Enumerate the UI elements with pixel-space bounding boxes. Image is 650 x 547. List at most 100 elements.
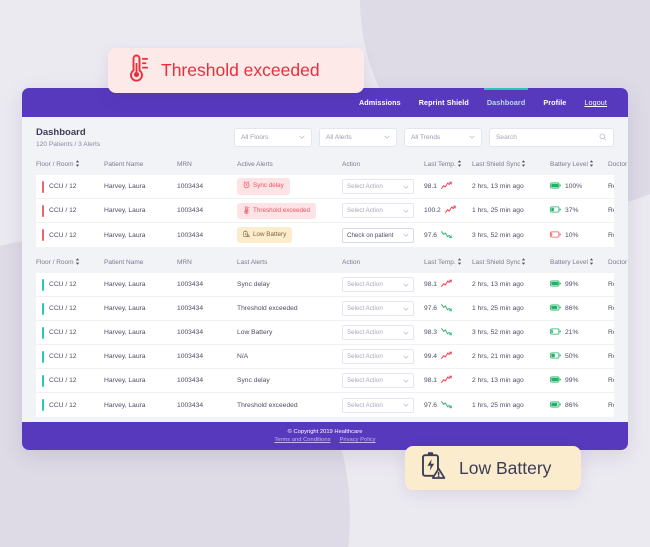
tables-container: Floor / Room Patient Name MRN Active Alerts… (22, 155, 628, 422)
temperature-trend-icon (441, 181, 452, 192)
column-header-battery-level[interactable]: Battery Level (550, 155, 608, 175)
cell-patient-name-text: Harvey, Laura (104, 329, 146, 337)
sort-icon[interactable] (521, 160, 526, 169)
column-header-last-shield-sync[interactable]: Last Shield Sync (472, 253, 550, 273)
action-select[interactable]: Select Action (342, 179, 414, 195)
cell-mrn-text: 1003434 (177, 401, 204, 409)
search-icon (599, 128, 607, 146)
battery-icon (550, 401, 561, 410)
chevron-down-icon (403, 232, 409, 238)
footer-link-terms[interactable]: Terms and Conditions (274, 437, 330, 443)
action-select[interactable]: Select Action (342, 349, 414, 365)
column-header-last-temp[interactable]: Last Temp. (424, 155, 472, 175)
table-row[interactable]: CCU / 12 Harvey, Laura 1003434 Low Battery S… (36, 320, 614, 346)
battery-icon (550, 182, 561, 191)
cell-last-shield-sync-text: 3 hrs, 52 min ago (472, 231, 524, 239)
sort-icon[interactable] (75, 258, 80, 267)
sort-icon[interactable] (457, 160, 462, 169)
table-row[interactable]: CCU / 12 Harvey, Laura 1003434 Sync delay Se… (36, 272, 614, 298)
cell-doctor-assigned-text: Robert Doe (608, 305, 614, 313)
history-table-header-row: Floor / Room Patient Name MRN Last Alerts Ac… (36, 253, 628, 273)
nav-item-reprint-shield[interactable]: Reprint Shield (410, 88, 478, 117)
filter-trends[interactable]: All Trends (404, 127, 482, 147)
column-header-last-alerts: Last Alerts (237, 253, 342, 273)
temperature-trend-icon (441, 303, 452, 314)
action-select[interactable]: Select Action (342, 301, 414, 317)
column-header-last-shield-sync[interactable]: Last Shield Sync (472, 155, 550, 175)
action-select[interactable]: Select Action (342, 203, 414, 219)
sort-icon[interactable] (75, 160, 80, 169)
floor-room-text: CCU / 12 (49, 377, 77, 385)
column-header-floor-room[interactable]: Floor / Room (36, 155, 104, 175)
search-input[interactable] (496, 133, 596, 141)
battery-level-value: 99% (565, 281, 579, 289)
table-row[interactable]: CCU / 12 Harvey, Laura 1003434 N/A Select Ac… (36, 344, 614, 370)
alert-badge: Low Battery (237, 226, 293, 244)
search-box[interactable] (489, 127, 614, 147)
cell-last-temp: 99.4 (424, 344, 472, 370)
last-temp-value: 98.3 (424, 329, 438, 337)
temperature-trend-icon (441, 400, 452, 411)
table-row[interactable]: CCU / 12 Harvey, Laura 1003434 Threshold ex… (36, 392, 614, 417)
nav-item-logout[interactable]: Logout (575, 88, 616, 117)
sort-icon[interactable] (589, 258, 594, 267)
sort-icon[interactable] (521, 258, 526, 267)
cell-last-shield-sync: 2 hrs, 21 min ago (472, 344, 550, 370)
callout-threshold-exceeded: Threshold exceeded (108, 48, 364, 93)
dashboard-header: Dashboard 120 Patients / 3 Alerts All Fl… (22, 117, 628, 155)
temp-wrap: 97.6 (424, 230, 472, 241)
battery-wrap: 99% (550, 280, 608, 289)
action-select[interactable]: Check on patient (342, 227, 414, 243)
column-header-label: Battery Level (550, 258, 588, 266)
chevron-down-icon (299, 134, 305, 140)
alert-history-table: Floor / Room Patient Name MRN Last Alerts Ac… (36, 253, 628, 417)
sort-icon[interactable] (457, 258, 462, 267)
page-subtitle: 120 Patients / 3 Alerts (36, 140, 101, 148)
cell-patient-name: Harvey, Laura (104, 368, 177, 394)
action-select[interactable]: Select Action (342, 397, 414, 413)
action-select[interactable]: Select Action (342, 373, 414, 389)
column-header-mrn: MRN (177, 155, 237, 175)
cell-doctor-assigned: Robert Doe (608, 368, 614, 394)
footer-link-privacy[interactable]: Privacy Policy (340, 437, 376, 443)
last-temp-value: 100.2 (424, 207, 441, 215)
cell-last-alert-text: Low Battery (237, 329, 273, 337)
table-row[interactable]: CCU / 12 Harvey, Laura 1003434 Sync delay Se… (36, 368, 614, 394)
column-header-battery-level[interactable]: Battery Level (550, 253, 608, 273)
cell-floor-room: CCU / 12 (36, 198, 104, 224)
cell-last-alert: Sync delay (237, 368, 342, 394)
table-row[interactable]: CCU / 12 Harvey, Laura 1003434 Low Battery C… (36, 222, 614, 247)
cell-action: Select Action (342, 393, 424, 417)
column-header-floor-room[interactable]: Floor / Room (36, 253, 104, 273)
table-row[interactable]: CCU / 12 Harvey, Laura 1003434 Sync delay Se… (36, 174, 614, 200)
cell-last-shield-sync-text: 1 hrs, 25 min ago (472, 305, 524, 313)
cell-patient-name-text: Harvey, Laura (104, 183, 146, 191)
battery-icon (550, 304, 561, 313)
temp-wrap: 98.1 (424, 375, 472, 386)
action-select[interactable]: Select Action (342, 325, 414, 341)
nav-item-dashboard[interactable]: Dashboard (478, 88, 534, 117)
cell-last-shield-sync-text: 2 hrs, 21 min ago (472, 353, 524, 361)
cell-action: Select Action (342, 272, 424, 298)
battery-wrap: 50% (550, 352, 608, 361)
cell-doctor-assigned: Robert Doe (608, 198, 614, 224)
table-row[interactable]: CCU / 12 Harvey, Laura 1003434 Threshold ex… (36, 296, 614, 322)
sort-icon[interactable] (589, 160, 594, 169)
column-header-last-temp[interactable]: Last Temp. (424, 253, 472, 273)
filter-floors[interactable]: All Floors (234, 127, 312, 147)
cell-patient-name: Harvey, Laura (104, 344, 177, 370)
filter-alerts[interactable]: All Alerts (319, 127, 397, 147)
last-temp-value: 98.1 (424, 377, 438, 385)
column-header-label: Battery Level (550, 160, 588, 168)
cell-patient-name: Harvey, Laura (104, 223, 177, 247)
action-select-label: Select Action (347, 329, 383, 337)
battery-wrap: 86% (550, 401, 608, 410)
action-select[interactable]: Select Action (342, 277, 414, 293)
cell-last-shield-sync: 1 hrs, 25 min ago (472, 393, 550, 417)
nav-item-profile[interactable]: Profile (534, 88, 575, 117)
alarm-clock-icon (243, 181, 250, 191)
cell-last-alert: Threshold exceeded (237, 393, 342, 417)
cell-last-temp: 98.3 (424, 320, 472, 346)
table-row[interactable]: CCU / 12 Harvey, Laura 1003434 Threshold ex… (36, 198, 614, 224)
battery-wrap: 100% (550, 182, 608, 191)
